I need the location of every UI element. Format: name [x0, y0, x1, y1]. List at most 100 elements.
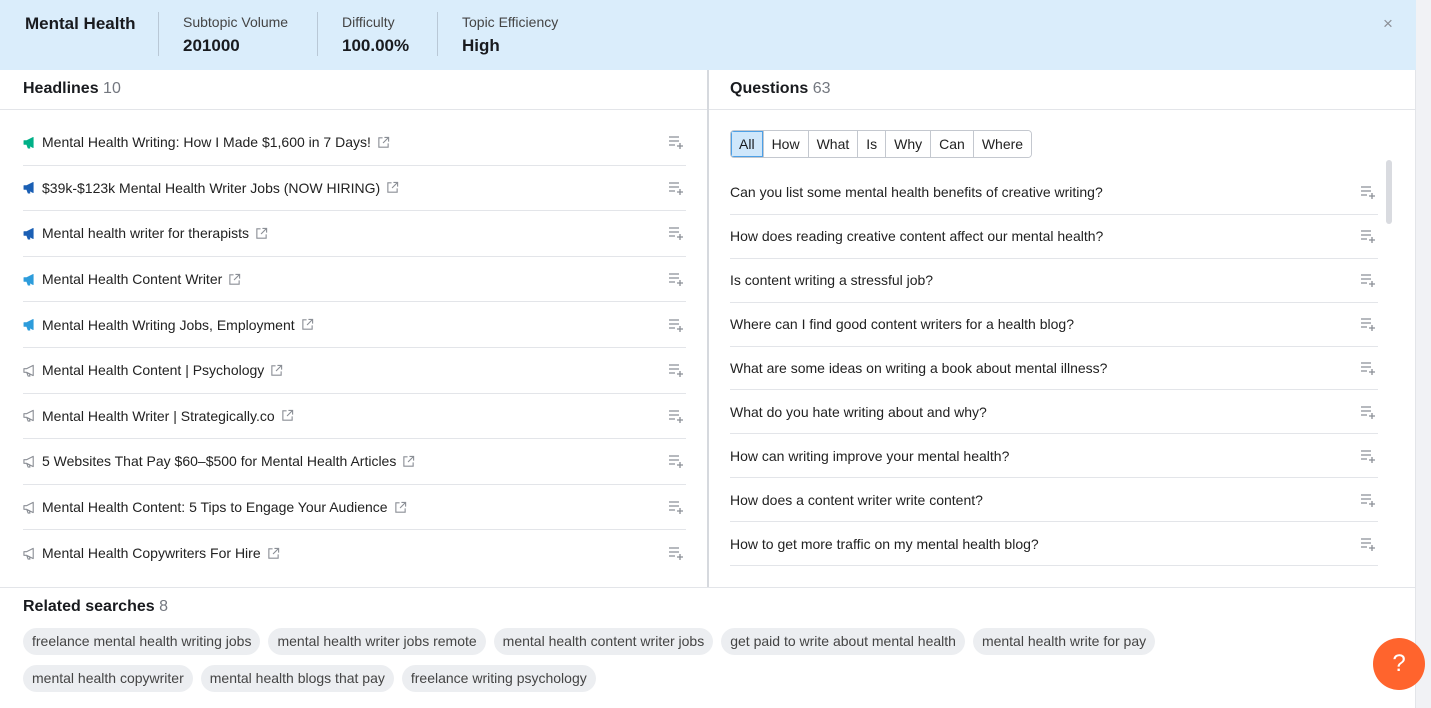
question-row[interactable]: What are some ideas on writing a book ab… [730, 347, 1378, 391]
related-search-chip[interactable]: get paid to write about mental health [721, 628, 965, 655]
add-to-list-icon[interactable] [668, 363, 684, 378]
question-row[interactable]: How to get more traffic on my mental hea… [730, 522, 1378, 567]
headline-row[interactable]: Mental Health Writing: How I Made $1,600… [23, 120, 686, 166]
question-row[interactable]: How can writing improve your mental heal… [730, 434, 1378, 479]
headline-row[interactable]: $39k-$123k Mental Health Writer Jobs (NO… [23, 166, 686, 212]
divider [158, 12, 159, 56]
question-row[interactable]: How does reading creative content affect… [730, 215, 1378, 259]
headline-text[interactable]: Mental Health Copywriters For Hire [42, 545, 261, 561]
external-link-icon[interactable] [394, 501, 407, 514]
add-to-list-icon[interactable] [668, 409, 684, 423]
external-link-icon[interactable] [377, 136, 390, 149]
headlines-list: Mental Health Writing: How I Made $1,600… [23, 120, 686, 576]
headline-row[interactable]: Mental Health Content | Psychology [23, 348, 686, 394]
headline-text[interactable]: Mental Health Content: 5 Tips to Engage … [42, 499, 388, 515]
metric-subtopic-volume: Subtopic Volume 201000 [183, 14, 288, 56]
add-to-list-icon[interactable] [668, 454, 684, 469]
questions-scrollbar[interactable] [1386, 160, 1392, 224]
headline-text[interactable]: Mental health writer for therapists [42, 225, 249, 241]
related-search-chip[interactable]: mental health content writer jobs [493, 628, 714, 655]
chip-row: mental health copywriter mental health bl… [23, 665, 1323, 692]
related-search-chip[interactable]: freelance mental health writing jobs [23, 628, 261, 655]
headline-text[interactable]: Mental Health Content Writer [42, 271, 222, 287]
external-link-icon[interactable] [255, 227, 268, 240]
add-to-list-icon[interactable] [1360, 361, 1376, 375]
chip-row: freelance mental health writing jobs ment… [23, 628, 1323, 655]
topic-title: Mental Health [25, 14, 136, 33]
add-to-list-icon[interactable] [668, 318, 684, 332]
external-link-icon[interactable] [267, 547, 280, 560]
external-link-icon[interactable] [301, 318, 314, 331]
metric-difficulty: Difficulty 100.00% [342, 14, 409, 56]
question-text: How does reading creative content affect… [730, 228, 1104, 245]
headline-text[interactable]: Mental Health Writer | Strategically.co [42, 408, 275, 424]
topic-card: Mental Health Subtopic Volume 201000 Dif… [0, 0, 1416, 708]
related-search-chip[interactable]: mental health copywriter [23, 665, 193, 692]
tab-how[interactable]: How [762, 131, 808, 157]
add-to-list-icon[interactable] [1360, 317, 1376, 332]
headlines-header: Headlines 10 [23, 80, 121, 98]
external-link-icon[interactable] [386, 181, 399, 194]
headline-text[interactable]: 5 Websites That Pay $60–$500 for Mental … [42, 453, 396, 469]
panel-divider [707, 70, 709, 588]
add-to-list-icon[interactable] [1360, 449, 1376, 463]
question-text: How to get more traffic on my mental hea… [730, 535, 1039, 552]
add-to-list-icon[interactable] [668, 135, 684, 150]
tab-where[interactable]: Where [972, 131, 1032, 157]
close-icon[interactable]: × [1383, 14, 1393, 34]
related-search-chip[interactable]: freelance writing psychology [401, 665, 596, 692]
add-to-list-icon[interactable] [668, 546, 684, 561]
headline-row[interactable]: 5 Websites That Pay $60–$500 for Mental … [23, 439, 686, 485]
add-to-list-icon[interactable] [668, 181, 684, 195]
headline-row[interactable]: Mental Health Copywriters For Hire [23, 530, 686, 576]
metric-label: Subtopic Volume [183, 14, 289, 30]
megaphone-icon [23, 319, 34, 331]
headline-text[interactable]: $39k-$123k Mental Health Writer Jobs (NO… [42, 180, 380, 196]
divider [0, 109, 707, 110]
add-to-list-icon[interactable] [1360, 405, 1376, 419]
add-to-list-icon[interactable] [668, 272, 684, 287]
tab-all[interactable]: All [731, 131, 763, 157]
add-to-list-icon[interactable] [1360, 185, 1376, 200]
help-button[interactable]: ? [1373, 638, 1425, 690]
metric-value: High [462, 36, 500, 55]
related-search-chip[interactable]: mental health write for pay [972, 628, 1156, 655]
add-to-list-icon[interactable] [668, 226, 684, 241]
tab-is[interactable]: Is [857, 131, 886, 157]
megaphone-icon [23, 455, 34, 468]
tab-what[interactable]: What [807, 131, 858, 157]
tab-why[interactable]: Why [885, 131, 931, 157]
external-link-icon[interactable] [270, 364, 283, 377]
headline-row[interactable]: Mental Health Content: 5 Tips to Engage … [23, 485, 686, 531]
add-to-list-icon[interactable] [668, 500, 684, 515]
question-row[interactable]: How does a content writer write content? [730, 478, 1378, 523]
related-search-chip[interactable]: mental health blogs that pay [200, 665, 394, 692]
tab-can[interactable]: Can [930, 131, 973, 157]
headline-row[interactable]: Mental Health Writer | Strategically.co [23, 394, 686, 440]
headline-row[interactable]: Mental Health Content Writer [23, 257, 686, 303]
related-searches-chips: freelance mental health writing jobs ment… [23, 628, 1323, 702]
question-row[interactable]: Is content writing a stressful job? [730, 259, 1378, 303]
headline-text[interactable]: Mental Health Writing Jobs, Employment [42, 317, 295, 333]
related-search-chip[interactable]: mental health writer jobs remote [268, 628, 486, 655]
questions-list: Can you list some mental health benefits… [730, 171, 1378, 567]
external-link-icon[interactable] [402, 455, 415, 468]
add-to-list-icon[interactable] [1360, 229, 1376, 244]
questions-header: Questions 63 [730, 80, 830, 98]
external-link-icon[interactable] [281, 409, 294, 422]
question-row[interactable]: Can you list some mental health benefits… [730, 171, 1378, 215]
add-to-list-icon[interactable] [1360, 537, 1376, 551]
headline-text[interactable]: Mental Health Content | Psychology [42, 362, 264, 378]
add-to-list-icon[interactable] [1360, 493, 1376, 507]
add-to-list-icon[interactable] [1360, 273, 1376, 288]
question-row[interactable]: Where can I find good content writers fo… [730, 303, 1378, 347]
headlines-title: Headlines [23, 80, 99, 97]
headline-row[interactable]: Mental health writer for therapists [23, 211, 686, 257]
megaphone-icon [23, 410, 34, 422]
headline-text[interactable]: Mental Health Writing: How I Made $1,600… [42, 134, 371, 150]
headline-row[interactable]: Mental Health Writing Jobs, Employment [23, 302, 686, 348]
external-link-icon[interactable] [228, 273, 241, 286]
question-row[interactable]: What do you hate writing about and why? [730, 390, 1378, 435]
megaphone-icon [23, 182, 34, 194]
divider [437, 12, 438, 56]
